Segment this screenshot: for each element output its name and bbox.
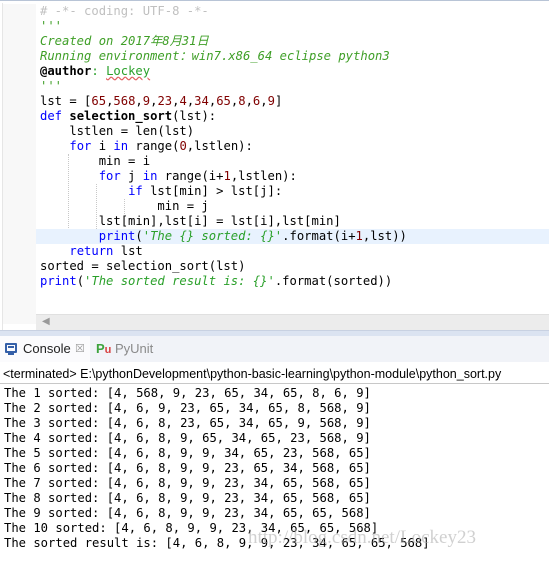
code-text: for j in range(i+1,lstlen): — [98, 169, 297, 183]
terminated-status: <terminated> E:\pythonDevelopment\python… — [0, 364, 549, 384]
code-line[interactable]: 4Running environment：win7.x86_64 eclipse… — [36, 49, 549, 64]
close-icon[interactable]: ☒ — [75, 336, 85, 362]
code-line[interactable]: 7lst = [65,568,9,23,4,34,65,8,6,9] — [36, 94, 549, 109]
code-text: for i in range(0,lstlen): — [69, 139, 253, 153]
horizontal-scrollbar[interactable]: ◀ — [36, 314, 549, 331]
pyunit-icon: Pu — [96, 341, 112, 356]
code-line[interactable]: 11 min = i — [36, 154, 549, 169]
code-line[interactable]: 12 for j in range(i+1,lstlen): — [36, 169, 549, 184]
tab-console[interactable]: Console ☒ — [0, 336, 90, 362]
code-text: Created on 2017年8月31日 — [40, 34, 209, 48]
code-text: lstlen = len(lst) — [40, 124, 195, 138]
output-line: The 8 sorted: [4, 6, 8, 9, 9, 23, 34, 65… — [4, 491, 371, 505]
code-line[interactable]: 21 — [36, 304, 549, 314]
code-line[interactable]: 16 print('The {} sorted: {}'.format(i+1,… — [36, 229, 549, 244]
code-editor[interactable]: 1# -*- coding: UTF-8 -*-2−'''3Created on… — [0, 0, 549, 331]
code-text: print('The {} sorted: {}'.format(i+1,lst… — [98, 229, 407, 243]
code-text: lst = [65,568,9,23,4,34,65,8,6,9] — [40, 94, 283, 108]
code-line[interactable]: 20 — [36, 289, 549, 304]
code-line[interactable]: 15 lst[min],lst[i] = lst[i],lst[min] — [36, 214, 549, 229]
code-text: sorted = selection_sort(lst) — [40, 259, 246, 273]
output-line: The 5 sorted: [4, 6, 8, 9, 9, 34, 65, 23… — [4, 446, 371, 460]
output-line: The 3 sorted: [4, 6, 8, 23, 65, 34, 65, … — [4, 416, 371, 430]
output-line: The 9 sorted: [4, 6, 8, 9, 9, 23, 34, 65… — [4, 506, 371, 520]
code-text: lst[min],lst[i] = lst[i],lst[min] — [40, 214, 341, 228]
watermark: http://blog.csdn.net/Lockey23 — [248, 527, 476, 548]
output-line: The 6 sorted: [4, 6, 8, 9, 9, 23, 65, 34… — [4, 461, 371, 475]
code-line[interactable]: 6''' — [36, 79, 549, 94]
console-icon — [5, 343, 17, 355]
code-text: Running environment：win7.x86_64 eclipse … — [40, 49, 390, 63]
code-text: print('The sorted result is: {}'.format(… — [40, 274, 393, 288]
code-line[interactable]: 9 lstlen = len(lst) — [36, 124, 549, 139]
code-line[interactable]: 19print('The sorted result is: {}'.forma… — [36, 274, 549, 289]
code-line[interactable]: 10 for i in range(0,lstlen): — [36, 139, 549, 154]
output-line: The 4 sorted: [4, 6, 8, 9, 65, 34, 65, 2… — [4, 431, 371, 445]
code-text: ''' — [40, 19, 63, 33]
tab-console-label: Console — [23, 341, 71, 356]
code-text: def selection_sort(lst): — [40, 109, 217, 123]
code-line[interactable]: 14 min = j — [36, 199, 549, 214]
console-tab-bar: Console ☒ Pu PyUnit — [0, 336, 549, 362]
output-line: The 7 sorted: [4, 6, 8, 9, 9, 23, 34, 65… — [4, 476, 371, 490]
output-line: The 1 sorted: [4, 568, 9, 23, 65, 34, 65… — [4, 386, 371, 400]
code-line[interactable]: 17 return lst — [36, 244, 549, 259]
code-line[interactable]: 8−def selection_sort(lst): — [36, 109, 549, 124]
code-line[interactable]: 13 if lst[min] > lst[j]: — [36, 184, 549, 199]
code-text: if lst[min] > lst[j]: — [128, 184, 283, 198]
output-line: The 2 sorted: [4, 6, 9, 23, 65, 34, 65, … — [4, 401, 371, 415]
code-line[interactable]: 18sorted = selection_sort(lst) — [36, 259, 549, 274]
code-text: ''' — [40, 79, 63, 93]
tab-pyunit-label: PyUnit — [115, 341, 154, 356]
line-number-gutter — [3, 4, 36, 324]
code-line[interactable]: 3Created on 2017年8月31日 — [36, 34, 549, 49]
code-text: return lst — [69, 244, 143, 258]
code-line[interactable]: 2−''' — [36, 19, 549, 34]
code-text: @author: Lockey — [40, 64, 151, 78]
code-area[interactable]: 1# -*- coding: UTF-8 -*-2−'''3Created on… — [36, 4, 549, 314]
code-text: min = i — [40, 154, 151, 168]
code-text: # -*- coding: UTF-8 -*- — [40, 4, 209, 18]
code-line[interactable]: 5@author: Lockey — [36, 64, 549, 79]
code-line[interactable]: 1# -*- coding: UTF-8 -*- — [36, 4, 549, 19]
scroll-left-icon[interactable]: ◀ — [42, 316, 50, 327]
code-text: min = j — [40, 199, 209, 213]
